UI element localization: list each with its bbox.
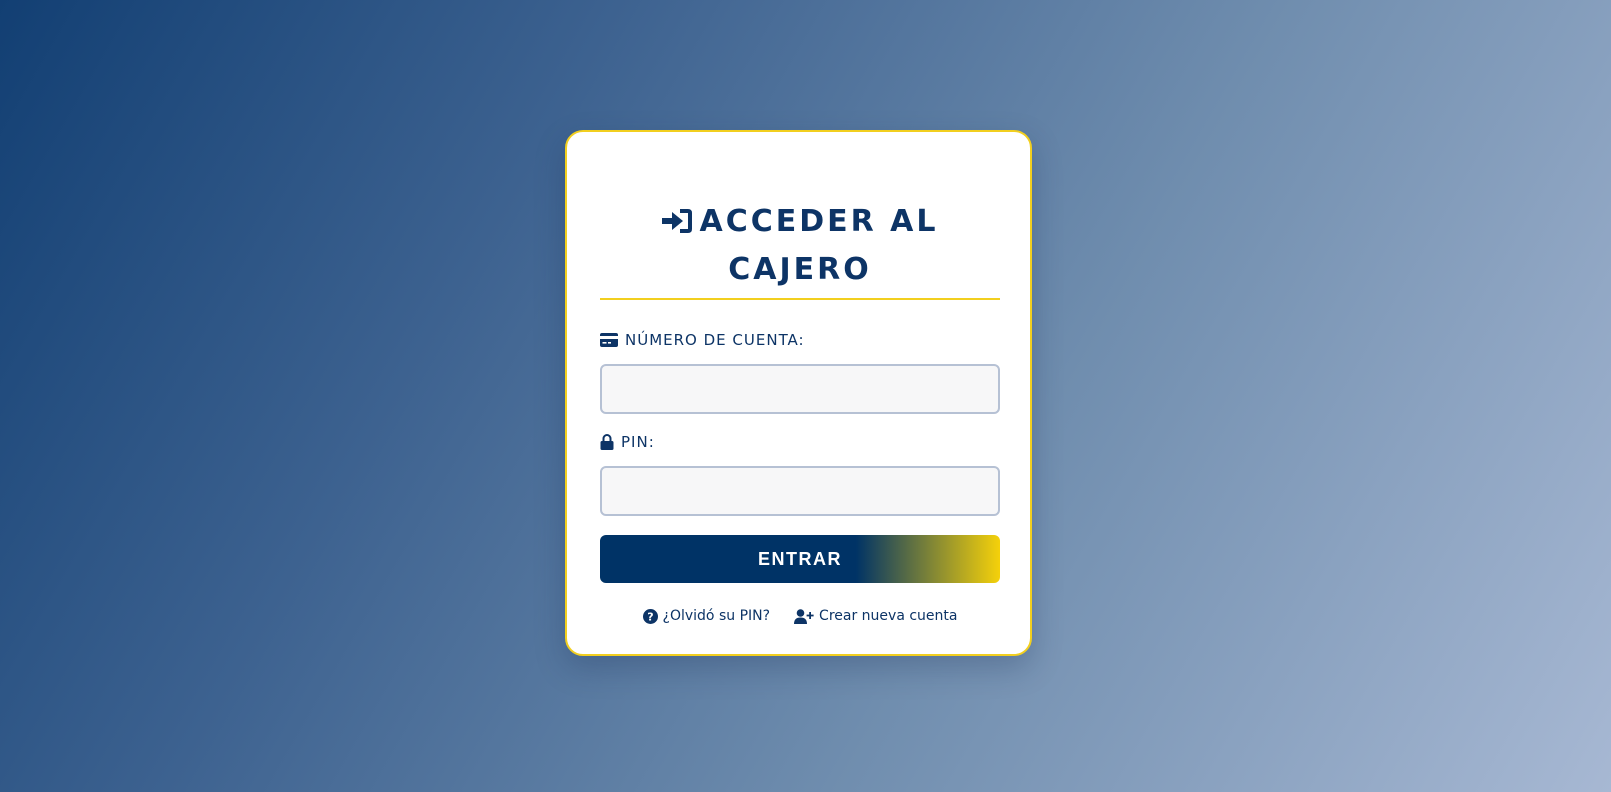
account-number-input[interactable] (600, 364, 1000, 414)
login-card: ACCEDER AL CAJERO NÚMERO DE CUENTA: PIN:… (565, 130, 1032, 656)
submit-button[interactable]: ENTRAR (600, 535, 1000, 583)
title-divider (600, 298, 1000, 300)
create-account-label: Crear nueva cuenta (819, 608, 958, 624)
forgot-pin-label: ¿Olvidó su PIN? (662, 608, 771, 624)
page-title-text: ACCEDER AL CAJERO (699, 204, 939, 287)
page-title: ACCEDER AL CAJERO (600, 198, 1000, 294)
svg-text:?: ? (647, 610, 653, 623)
sign-in-icon (661, 208, 693, 234)
question-circle-icon: ? (642, 608, 658, 624)
login-header: ACCEDER AL CAJERO (600, 198, 1000, 294)
user-plus-icon (794, 608, 814, 624)
auth-links: ? ¿Olvidó su PIN? Crear nueva cuenta (600, 608, 1000, 624)
pin-label-text: PIN: (621, 433, 655, 451)
lock-icon (600, 434, 614, 450)
pin-input[interactable] (600, 466, 1000, 516)
pin-label: PIN: (600, 433, 655, 451)
account-number-label-text: NÚMERO DE CUENTA: (625, 331, 805, 349)
create-account-link[interactable]: Crear nueva cuenta (794, 608, 957, 624)
forgot-pin-link[interactable]: ? ¿Olvidó su PIN? (642, 608, 771, 624)
credit-card-icon (600, 333, 618, 347)
account-number-label: NÚMERO DE CUENTA: (600, 331, 805, 349)
